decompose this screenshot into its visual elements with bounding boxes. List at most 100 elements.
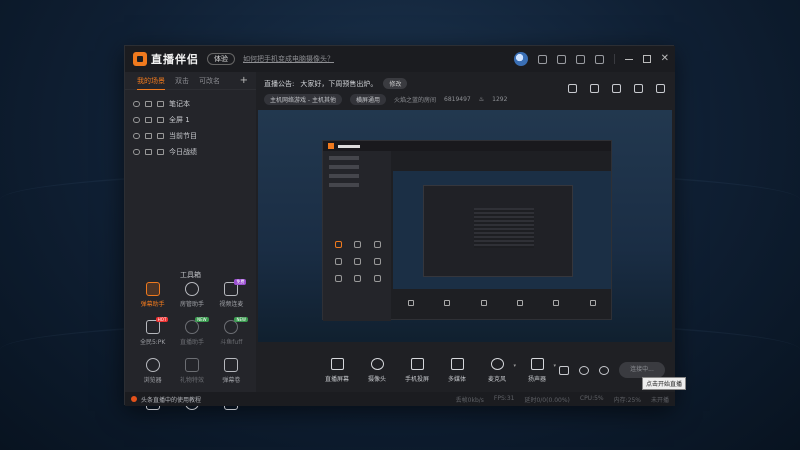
edit-announcement-button[interactable]: 修改 <box>383 78 408 89</box>
fullscreen-icon <box>157 117 164 123</box>
eye-icon[interactable] <box>133 133 140 139</box>
menu-icon[interactable] <box>594 54 604 64</box>
nested-sidebar <box>323 151 391 321</box>
tool-room-manager[interactable]: 房管助手 <box>172 282 211 308</box>
download-icon <box>224 320 239 334</box>
tooltip: 点击开始直播 <box>642 377 687 390</box>
eye-icon[interactable] <box>579 365 589 375</box>
tool-label: 视频连麦 <box>219 301 244 308</box>
tool-pk[interactable]: HOT 全民5:PK <box>133 317 172 346</box>
category-select[interactable]: 主机网络游戏 - 主机其他 <box>264 94 342 105</box>
stats-icon[interactable] <box>568 84 577 93</box>
skin-icon[interactable] <box>575 54 585 64</box>
app-title: 直播伴侣 <box>151 53 199 66</box>
nested-tool-icon <box>354 241 362 248</box>
scene-item-program[interactable]: 当前节目 <box>125 128 256 144</box>
tool-danmaku-assistant[interactable]: 弹幕助手 <box>133 282 172 308</box>
lock-icon[interactable] <box>145 149 152 155</box>
nested-preview <box>393 171 611 289</box>
app-logo-icon <box>133 52 147 66</box>
live-preview[interactable] <box>258 110 672 342</box>
scene-list: 笔记本 全屏 1 当前节目 今日战绩 <box>125 90 256 160</box>
tool-download[interactable]: NEW 斗鱼fuff <box>212 317 251 346</box>
mode-select[interactable]: 横屏通用 <box>349 94 386 105</box>
eye-icon[interactable] <box>133 117 140 123</box>
tool-label: 斗鱼fuff <box>220 339 243 346</box>
browser-icon <box>145 358 160 372</box>
stat-bitrate: 丢帧0kb/s <box>455 396 484 404</box>
tool-browser[interactable]: 浏览器 <box>133 358 172 384</box>
chevron-down-icon[interactable]: ▾ <box>553 363 556 369</box>
tool-tag: NEW <box>195 317 209 322</box>
notice-link[interactable]: 如何把手机变成电脑摄像头？ <box>243 54 334 64</box>
dock-media-button[interactable]: 多媒体 <box>444 357 470 383</box>
title-bar[interactable]: 直播伴侣 体验 如何把手机变成电脑摄像头？ ✕ <box>125 46 675 72</box>
scene-item-laptop[interactable]: 笔记本 <box>125 96 256 112</box>
close-icon[interactable]: ✕ <box>661 54 669 64</box>
tool-label: 全民5:PK <box>139 339 166 346</box>
settings-icon[interactable] <box>599 365 609 375</box>
tool-gift-effects[interactable]: 礼物特效 <box>172 358 211 384</box>
tool-live-helper[interactable]: NEW 直播助手 <box>172 317 211 346</box>
scene-item-scoreboard[interactable]: 今日战绩 <box>125 144 256 160</box>
dock-label: 多媒体 <box>447 375 466 383</box>
tab-double-click[interactable]: 双击 <box>175 76 189 86</box>
tutorial-link[interactable]: 头条直播中的使用教程 <box>141 395 201 404</box>
gift-icon <box>184 358 199 372</box>
version-badge[interactable]: 体验 <box>207 53 235 65</box>
program-icon <box>157 133 164 139</box>
nested-tool-icon <box>373 275 381 282</box>
eye-icon[interactable] <box>133 149 140 155</box>
minimize-icon[interactable] <box>624 58 633 60</box>
dock-screen-button[interactable]: 直播屏幕 <box>324 357 350 383</box>
bell-icon[interactable] <box>634 84 643 93</box>
nested-dock-icon <box>553 300 560 306</box>
nested-line <box>329 165 359 169</box>
lock-icon[interactable] <box>145 133 152 139</box>
mic-icon <box>490 357 504 370</box>
title-bar-controls: ✕ <box>513 46 669 72</box>
chevron-down-icon[interactable]: ▾ <box>513 363 516 369</box>
start-live-button[interactable]: 连接中... <box>619 362 665 378</box>
scoreboard-icon <box>157 149 164 155</box>
dock-speaker-button[interactable]: 扬声器 ▾ <box>524 357 556 383</box>
room-manager-icon <box>184 282 199 296</box>
dock-right: 连接中... <box>559 362 665 378</box>
lock-icon[interactable] <box>590 84 599 93</box>
dock-label: 扬声器 <box>527 375 546 383</box>
tool-video-call[interactable]: 免费 视频连麦 <box>212 279 251 308</box>
scene-item-fullscreen[interactable]: 全屏 1 <box>125 112 256 128</box>
tab-my-scenes[interactable]: 我的场景 <box>137 72 165 90</box>
dock-phone-cast-button[interactable]: 手机投屏 <box>404 357 430 383</box>
eye-icon[interactable] <box>133 101 140 107</box>
tool-label: 直播助手 <box>179 339 204 346</box>
tool-tag: 免费 <box>234 279 247 285</box>
help-icon[interactable] <box>556 54 566 64</box>
tool-danmaku[interactable]: 弹幕卷 <box>212 358 251 384</box>
nested-dock-icon <box>517 300 524 306</box>
scene-label: 今日战绩 <box>169 148 197 156</box>
lock-icon[interactable] <box>145 101 152 107</box>
plus-icon[interactable]: + <box>240 75 248 86</box>
nested-line <box>329 156 359 160</box>
share-icon[interactable] <box>656 84 665 93</box>
tab-rename[interactable]: 可改名 <box>199 76 220 86</box>
message-icon[interactable] <box>537 54 547 64</box>
avatar[interactable] <box>513 52 528 66</box>
nested-tool-icon <box>373 258 381 265</box>
nested-tool-icon <box>335 275 343 282</box>
announcement-text: 大家好，下周预售出炉。 <box>300 79 378 88</box>
maximize-icon[interactable] <box>642 55 651 63</box>
danmaku-icon <box>224 358 239 372</box>
dock-mic-button[interactable]: 麦克风 ▾ <box>484 357 516 383</box>
lock-icon[interactable] <box>145 117 152 123</box>
scene-label: 全屏 1 <box>169 116 190 124</box>
status-dot-icon <box>131 396 137 402</box>
record-icon[interactable] <box>559 365 569 375</box>
tool-label: 礼物特效 <box>179 377 204 384</box>
stat-memory: 内存:25% <box>613 396 641 404</box>
dock-camera-button[interactable]: 摄像头 <box>364 357 390 383</box>
gift-box-icon[interactable] <box>612 84 621 93</box>
nested-tool-icon <box>335 258 343 265</box>
heat-count: 1292 <box>492 96 508 103</box>
